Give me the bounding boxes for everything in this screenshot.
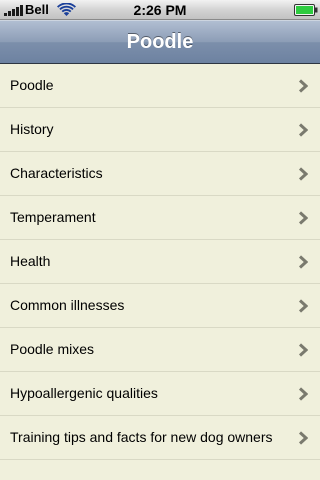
list-item-label: Hypoallergenic qualities [10,385,158,401]
list-item-temperament[interactable]: Temperament [0,196,320,240]
chevron-right-icon [298,123,308,137]
list-item-characteristics[interactable]: Characteristics [0,152,320,196]
list-item-history[interactable]: History [0,108,320,152]
list-item-label: Temperament [10,209,96,225]
chevron-right-icon [298,387,308,401]
list-item-label: Poodle mixes [10,341,95,357]
chevron-right-icon [298,211,308,225]
chevron-right-icon [298,299,308,313]
list-item-label: History [10,121,54,137]
status-clock: 2:26 PM [133,2,187,18]
list-item-poodle[interactable]: Poodle [0,64,320,108]
list-item-health[interactable]: Health [0,240,320,284]
navigation-bar: Poodle [0,20,320,64]
list-item-poodle-mixes[interactable]: Poodle mixes [0,328,320,372]
battery-full-icon [294,4,318,16]
chevron-right-icon [298,343,308,357]
list-item-label: Health [10,253,51,269]
topics-list: Poodle History Characteristics Temperame… [0,64,320,460]
list-item-training-tips[interactable]: Training tips and facts for new dog owne… [0,416,320,460]
list-item-label: Common illnesses [10,297,125,313]
page-title: Poodle [126,31,194,53]
chevron-right-icon [298,79,308,93]
list-item-hypoallergenic-qualities[interactable]: Hypoallergenic qualities [0,372,320,416]
status-bar: Bell 2:26 PM [0,0,320,20]
chevron-right-icon [298,255,308,269]
list-item-common-illnesses[interactable]: Common illnesses [0,284,320,328]
chevron-right-icon [298,167,308,181]
list-item-label: Training tips and facts for new dog owne… [10,429,273,445]
list-item-label: Characteristics [10,165,103,181]
list-item-label: Poodle [10,77,54,93]
chevron-right-icon [298,431,308,445]
